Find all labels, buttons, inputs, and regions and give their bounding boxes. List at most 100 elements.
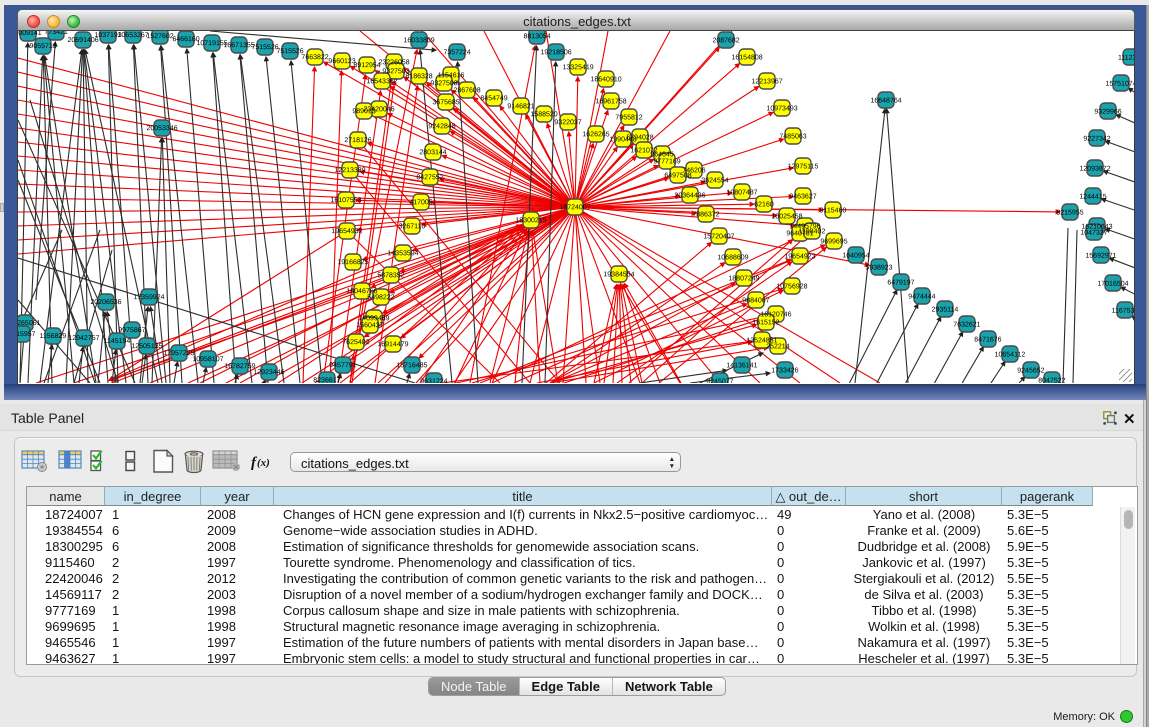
svg-text:2718126: 2718126 <box>344 137 371 144</box>
svg-text:9245652: 9245652 <box>1017 368 1044 375</box>
svg-text:(x): (x) <box>257 457 270 469</box>
svg-text:1640954: 1640954 <box>842 252 869 259</box>
svg-text:252214: 252214 <box>766 343 789 350</box>
svg-text:8912954: 8912954 <box>353 62 380 69</box>
svg-text:20364436: 20364436 <box>674 192 705 199</box>
svg-text:7955812: 7955812 <box>615 114 642 121</box>
svg-text:8047522: 8047522 <box>1038 378 1065 383</box>
svg-text:10958107: 10958107 <box>192 356 223 363</box>
svg-text:9660123: 9660123 <box>328 58 355 65</box>
svg-text:989013: 989013 <box>352 108 375 115</box>
svg-text:12213967: 12213967 <box>751 78 782 85</box>
svg-text:7886372: 7886372 <box>692 211 719 218</box>
svg-text:19654923: 19654923 <box>784 253 815 260</box>
svg-text:15716485: 15716485 <box>396 362 427 369</box>
svg-text:16782759: 16782759 <box>224 363 255 370</box>
svg-text:1560437: 1560437 <box>356 322 383 329</box>
svg-text:6794028: 6794028 <box>626 134 653 141</box>
svg-text:17359924: 17359924 <box>133 294 164 301</box>
svg-text:773421: 773421 <box>44 31 67 36</box>
svg-text:6479197: 6479197 <box>887 279 914 286</box>
svg-text:18640910: 18640910 <box>590 76 621 83</box>
svg-text:9115460: 9115460 <box>820 207 847 214</box>
svg-text:16671355: 16671355 <box>224 42 255 49</box>
svg-text:2867608: 2867608 <box>453 87 480 94</box>
svg-text:16120746: 16120746 <box>760 311 791 318</box>
svg-text:7485063: 7485063 <box>779 133 806 140</box>
svg-text:2087682: 2087682 <box>712 37 739 44</box>
svg-text:1047327: 1047327 <box>1080 230 1107 237</box>
svg-text:16961758: 16961758 <box>595 98 626 105</box>
svg-text:19384554: 19384554 <box>603 271 634 278</box>
svg-text:3915957: 3915957 <box>18 331 36 338</box>
svg-text:26265061: 26265061 <box>18 320 41 327</box>
svg-text:1615152: 1615152 <box>752 319 779 326</box>
svg-text:12942757: 12942757 <box>68 335 99 342</box>
svg-text:8813054: 8813054 <box>523 33 550 40</box>
svg-text:7625402: 7625402 <box>342 339 369 346</box>
svg-text:10025458: 10025458 <box>771 213 802 220</box>
svg-text:1156829: 1156829 <box>40 333 67 340</box>
svg-text:9474444: 9474444 <box>908 293 935 300</box>
svg-text:9227342: 9227342 <box>1083 136 1110 143</box>
svg-text:1588520: 1588520 <box>530 111 557 118</box>
svg-text:964645: 964645 <box>650 151 673 158</box>
svg-text:10653267: 10653267 <box>118 32 149 39</box>
svg-text:16648764: 16648764 <box>870 97 901 104</box>
svg-text:1145194: 1145194 <box>104 338 131 345</box>
svg-text:5498222: 5498222 <box>367 294 394 301</box>
svg-text:14353594: 14353594 <box>387 250 418 257</box>
svg-text:1626265: 1626265 <box>582 131 609 138</box>
svg-text:5878352: 5878352 <box>377 272 404 279</box>
svg-text:7663822: 7663822 <box>301 54 328 61</box>
svg-text:3267110: 3267110 <box>399 223 426 230</box>
svg-text:8236617: 8236617 <box>313 377 340 383</box>
svg-text:16543362: 16543362 <box>366 78 397 85</box>
svg-text:18807249: 18807249 <box>728 275 759 282</box>
svg-text:16914479: 16914479 <box>377 341 408 348</box>
svg-text:10688609: 10688609 <box>717 254 748 261</box>
svg-text:12505135: 12505135 <box>131 343 162 350</box>
svg-text:2935114: 2935114 <box>932 306 959 313</box>
svg-text:1733426: 1733426 <box>771 367 798 374</box>
svg-text:12093872: 12093872 <box>1079 166 1110 173</box>
svg-text:12923446: 12923446 <box>253 369 284 376</box>
svg-text:17957225: 17957225 <box>163 350 194 357</box>
svg-text:9329966: 9329966 <box>1094 109 1121 116</box>
svg-text:10756928: 10756928 <box>776 283 807 290</box>
svg-text:9245077: 9245077 <box>706 378 733 383</box>
svg-text:1527602: 1527602 <box>146 33 173 40</box>
svg-text:1112334: 1112334 <box>1118 55 1134 62</box>
svg-text:8215955: 8215955 <box>1056 210 1083 217</box>
svg-text:15751074: 15751074 <box>1105 81 1134 88</box>
svg-text:1167533: 1167533 <box>1112 308 1134 315</box>
svg-text:8454749: 8454749 <box>480 95 507 102</box>
svg-text:9055713: 9055713 <box>29 43 56 50</box>
svg-text:14136141: 14136141 <box>726 362 757 369</box>
svg-text:746206: 746206 <box>682 167 705 174</box>
svg-text:16154808: 16154808 <box>731 54 762 61</box>
svg-text:18724007: 18724007 <box>559 204 590 211</box>
svg-text:19166825: 19166825 <box>337 259 368 266</box>
svg-text:14099489: 14099489 <box>358 315 389 322</box>
svg-text:15720407: 15720407 <box>703 233 734 240</box>
svg-text:9975867: 9975867 <box>118 327 145 334</box>
svg-text:2803144: 2803144 <box>419 149 446 156</box>
svg-text:13325419: 13325419 <box>562 64 593 71</box>
svg-text:15692971: 15692971 <box>1085 253 1116 260</box>
svg-text:5938923: 5938923 <box>865 264 892 271</box>
svg-text:9699695: 9699695 <box>820 238 847 245</box>
svg-text:1244415: 1244415 <box>1079 194 1106 201</box>
svg-text:7357224: 7357224 <box>443 49 470 56</box>
svg-text:10973493: 10973493 <box>766 105 797 112</box>
svg-text:19218506: 19218506 <box>541 49 572 56</box>
svg-text:10654112: 10654112 <box>995 352 1026 359</box>
svg-text:9631224: 9631224 <box>420 378 447 383</box>
svg-text:17016504: 17016504 <box>1097 281 1128 288</box>
svg-text:1154616: 1154616 <box>438 72 465 79</box>
svg-text:20053346: 20053346 <box>146 125 177 132</box>
svg-text:23226058: 23226058 <box>378 59 409 66</box>
svg-text:417005: 417005 <box>409 199 432 206</box>
svg-text:9884067: 9884067 <box>742 297 769 304</box>
svg-text:7632621: 7632621 <box>953 321 980 328</box>
